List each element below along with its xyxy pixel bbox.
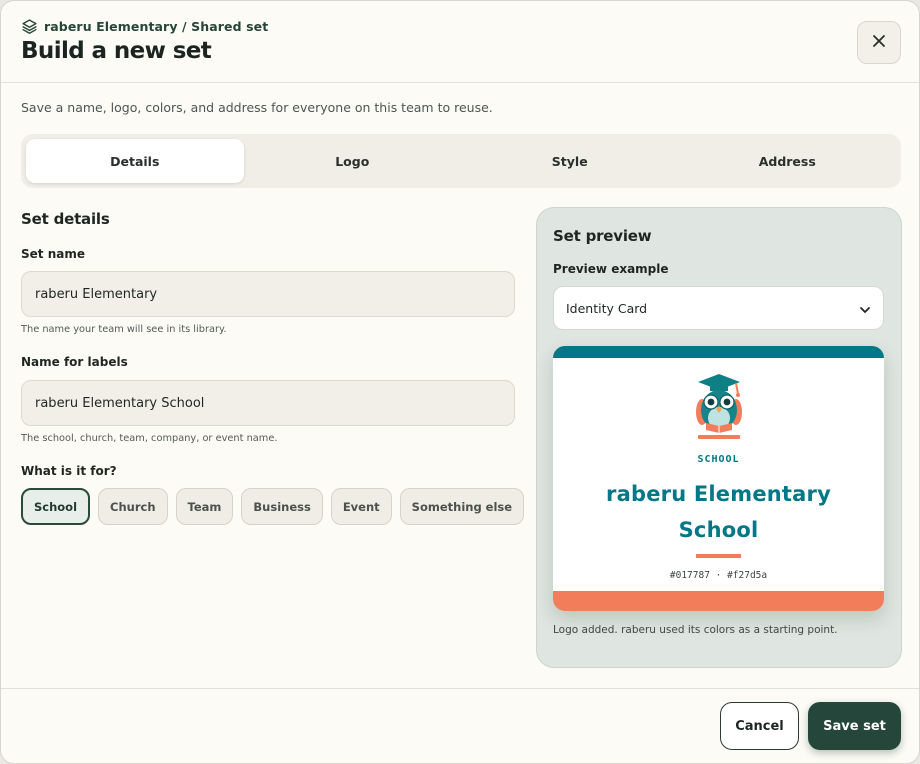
purpose-chip-business[interactable]: Business: [241, 488, 323, 525]
identity-card-preview: SCHOOL raberu Elementary School #017787 …: [553, 346, 884, 611]
tab-style[interactable]: Style: [461, 139, 679, 183]
purpose-chip-school[interactable]: School: [21, 488, 91, 525]
label-name-help: The school, church, team, company, or ev…: [21, 433, 278, 444]
build-set-dialog: raberu Elementary / Shared set Build a n…: [0, 0, 920, 764]
close-button[interactable]: [857, 21, 901, 64]
dialog-footer: Cancel Save set: [1, 688, 919, 763]
purpose-chip-something-else[interactable]: Something else: [399, 488, 525, 525]
card-color-codes: #017787 · #f27d5a: [669, 570, 768, 581]
card-accent-rule: [696, 554, 741, 558]
card-org-name: raberu Elementary School: [606, 482, 831, 542]
set-preview-panel: Set preview Preview example Identity Car…: [536, 207, 902, 668]
breadcrumb: raberu Elementary / Shared set: [21, 18, 268, 35]
set-name-label: Set name: [21, 247, 85, 261]
tab-details[interactable]: Details: [26, 139, 244, 183]
card-bottom-band: [553, 591, 884, 611]
save-set-button[interactable]: Save set: [808, 702, 901, 750]
set-name-input[interactable]: [21, 271, 515, 317]
purpose-chip-event[interactable]: Event: [330, 488, 392, 525]
dialog-header: raberu Elementary / Shared set Build a n…: [1, 1, 919, 83]
breadcrumb-text: raberu Elementary / Shared set: [44, 19, 269, 34]
tab-logo[interactable]: Logo: [244, 139, 462, 183]
cancel-button[interactable]: Cancel: [720, 702, 799, 750]
dialog-description: Save a name, logo, colors, and address f…: [21, 100, 493, 115]
owl-logo-icon: [692, 372, 746, 444]
layers-icon: [21, 18, 38, 35]
card-top-band: [553, 346, 884, 358]
label-name-label: Name for labels: [21, 355, 128, 369]
preview-note: Logo added. raberu used its colors as a …: [553, 624, 838, 636]
card-kind-label: SCHOOL: [697, 454, 740, 465]
label-name-input[interactable]: [21, 380, 515, 426]
dialog-title: Build a new set: [21, 38, 212, 64]
purpose-options: School Church Team Business Event Someth…: [21, 488, 525, 525]
section-title: Set details: [21, 210, 110, 228]
tab-bar: Details Logo Style Address: [21, 134, 901, 188]
preview-title: Set preview: [553, 227, 652, 245]
close-icon: [872, 33, 886, 52]
preview-example-label: Preview example: [553, 262, 669, 276]
purpose-label: What is it for?: [21, 464, 117, 478]
purpose-chip-church[interactable]: Church: [98, 488, 168, 525]
purpose-chip-team[interactable]: Team: [175, 488, 234, 525]
tab-address[interactable]: Address: [679, 139, 897, 183]
set-name-help: The name your team will see in its libra…: [21, 324, 227, 335]
chevron-down-icon: [859, 299, 871, 318]
preview-example-value: Identity Card: [566, 300, 648, 316]
preview-example-select[interactable]: Identity Card: [553, 286, 884, 330]
